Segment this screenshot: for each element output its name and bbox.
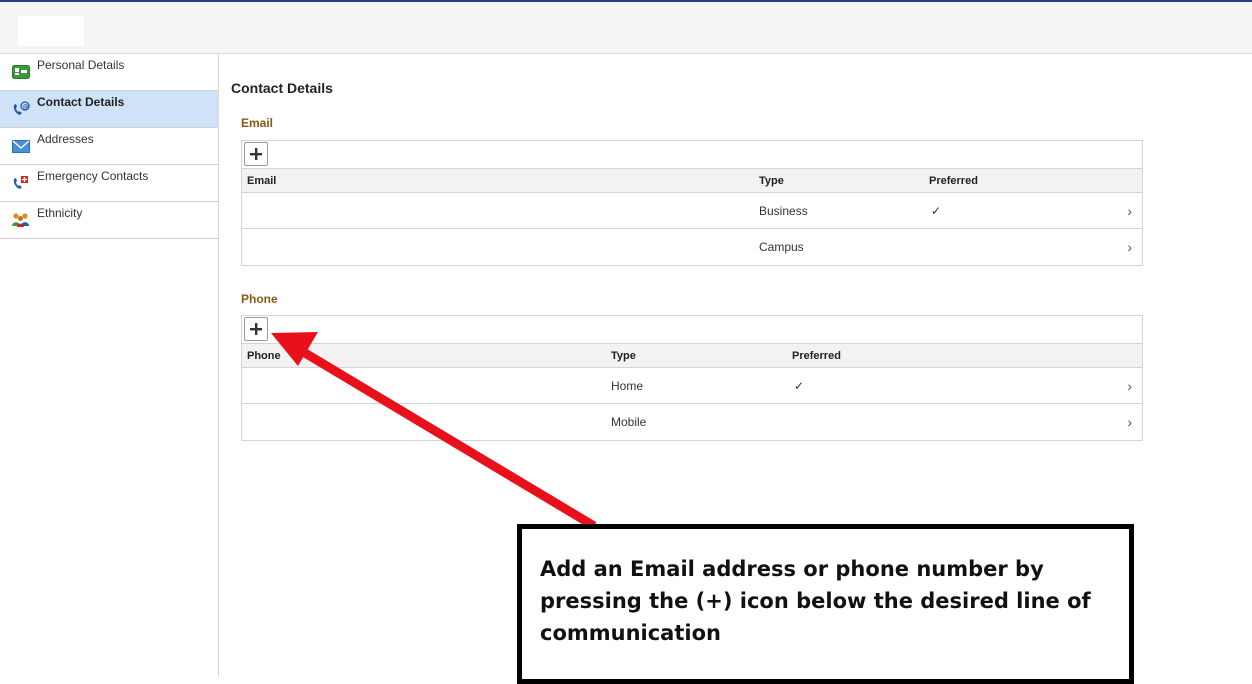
- annotation-callout: Add an Email address or phone number by …: [517, 524, 1134, 684]
- type-value: Campus: [759, 240, 804, 254]
- annotation-text: Add an Email address or phone number by …: [540, 557, 1091, 645]
- logo-placeholder: [18, 16, 84, 46]
- type-value: Business: [759, 203, 808, 218]
- column-header-type: Type: [759, 174, 784, 187]
- column-header-preferred: Preferred: [792, 349, 841, 362]
- sidebar-item-contact-details[interactable]: @ Contact Details: [0, 91, 218, 128]
- sidebar-item-addresses[interactable]: Addresses: [0, 128, 218, 165]
- preferred-check-icon: ✓: [794, 378, 805, 393]
- plus-icon: [250, 148, 262, 160]
- column-header-email: Email: [247, 174, 277, 187]
- sidebar-item-personal-details[interactable]: Personal Details: [0, 54, 218, 91]
- email-section-title: Email: [241, 116, 274, 130]
- phone-contact-icon: @: [11, 101, 31, 117]
- column-header-phone: Phone: [247, 349, 281, 362]
- svg-text:@: @: [23, 104, 29, 111]
- phone-grid-header: Phone Type Preferred: [242, 344, 1142, 368]
- table-row[interactable]: Campus ›: [242, 229, 1142, 265]
- sidebar-item-label: Ethnicity: [37, 206, 83, 220]
- plus-icon: [250, 323, 262, 335]
- email-grid-header: Email Type Preferred: [242, 169, 1142, 193]
- type-value: Home: [611, 378, 644, 393]
- sidebar: Personal Details @ Contact Details Addre…: [0, 54, 219, 677]
- chevron-right-icon: ›: [1127, 414, 1132, 430]
- table-row[interactable]: Mobile ›: [242, 404, 1142, 440]
- id-card-icon: [11, 64, 31, 80]
- chevron-right-icon: ›: [1127, 239, 1132, 255]
- sidebar-item-ethnicity[interactable]: Ethnicity: [0, 202, 218, 239]
- column-header-preferred: Preferred: [929, 174, 978, 187]
- chevron-right-icon: ›: [1127, 202, 1132, 219]
- top-banner: [0, 0, 1252, 54]
- envelope-icon: [11, 138, 31, 154]
- phone-grid: Phone Type Preferred Home ✓ › Mobile ›: [241, 315, 1143, 441]
- table-row[interactable]: Home ✓ ›: [242, 368, 1142, 404]
- column-header-type: Type: [611, 349, 636, 362]
- preferred-check-icon: ✓: [931, 203, 942, 218]
- email-grid-toolbar: [242, 141, 1142, 169]
- page-title: Contact Details: [231, 80, 333, 96]
- sidebar-item-emergency-contacts[interactable]: Emergency Contacts: [0, 165, 218, 202]
- phone-section-title: Phone: [241, 292, 278, 306]
- add-email-button[interactable]: [244, 142, 268, 166]
- sidebar-item-label: Addresses: [37, 132, 94, 146]
- table-row[interactable]: Business ✓ ›: [242, 193, 1142, 229]
- sidebar-item-label: Personal Details: [37, 58, 125, 72]
- sidebar-item-label: Contact Details: [37, 95, 125, 109]
- add-phone-button[interactable]: [244, 317, 268, 341]
- phone-grid-toolbar: [242, 316, 1142, 344]
- people-icon: [11, 212, 31, 228]
- chevron-right-icon: ›: [1127, 377, 1132, 394]
- sidebar-item-label: Emergency Contacts: [37, 169, 149, 183]
- email-grid: Email Type Preferred Business ✓ › Campus…: [241, 140, 1143, 266]
- emergency-phone-icon: [11, 175, 31, 191]
- type-value: Mobile: [611, 415, 647, 429]
